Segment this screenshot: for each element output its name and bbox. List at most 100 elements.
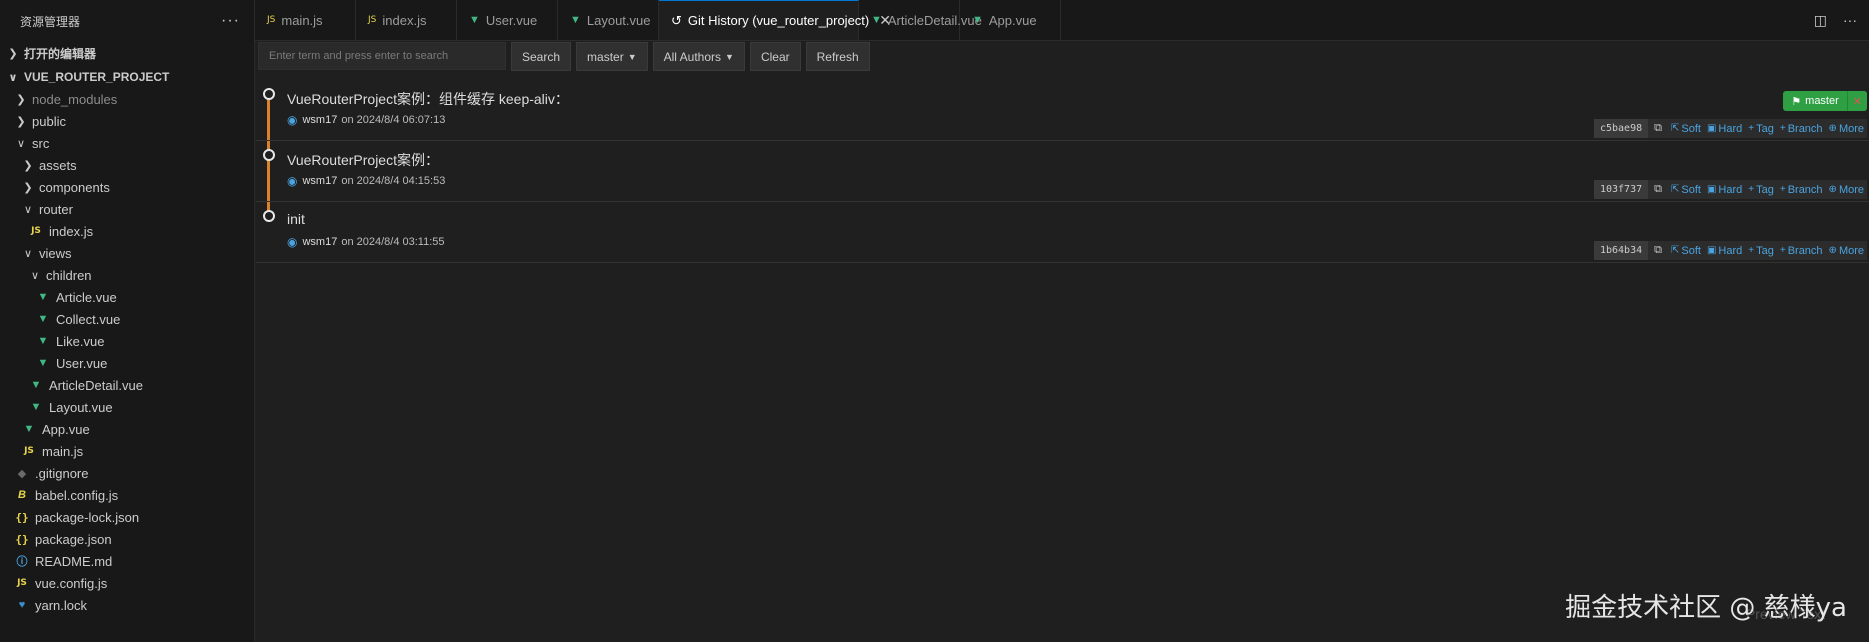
editor-tab[interactable]: JS main.js — [255, 0, 356, 40]
more-action[interactable]: ⊕ More — [1826, 245, 1867, 257]
vue-file-icon: ▼ — [37, 313, 49, 325]
file-item[interactable]: ▼ App.vue — [0, 418, 254, 440]
json-file-icon: {} — [15, 510, 29, 524]
split-editor-icon[interactable]: ◫ — [1814, 12, 1827, 29]
file-item[interactable]: ▼ Layout.vue — [0, 396, 254, 418]
tag-action[interactable]: + Tag — [1745, 184, 1777, 196]
file-item[interactable]: ▼ Like.vue — [0, 330, 254, 352]
folder-item[interactable]: ∨ src — [0, 132, 254, 154]
tag-action[interactable]: + Tag — [1745, 123, 1777, 135]
editor-tab[interactable]: ▼ Layout.vue — [558, 0, 659, 40]
copy-icon[interactable]: ⧉ — [1648, 183, 1668, 196]
more-action[interactable]: ⊕ More — [1826, 123, 1867, 135]
copy-icon[interactable]: ⧉ — [1648, 122, 1668, 135]
editor-tab[interactable]: ↺ Git History (vue_router_project) ✕ — [659, 0, 891, 40]
search-button[interactable]: Search — [511, 42, 572, 71]
tag-action[interactable]: + Tag — [1745, 245, 1777, 257]
branch-badge-label: ⚑ master — [1783, 95, 1847, 108]
folder-item[interactable]: ∨ children — [0, 264, 254, 286]
commit-actions: 1b64b34 ⧉ ⇱ Soft ▣ Hard + Tag + Branch ⊕ More — [1593, 241, 1867, 260]
hard-action[interactable]: ▣ Hard — [1704, 123, 1745, 135]
hard-action[interactable]: ▣ Hard — [1704, 245, 1745, 257]
commit-node — [263, 149, 275, 161]
js-file-icon: JS — [31, 226, 41, 236]
yarn-file-icon: ♥ — [18, 599, 26, 611]
soft-action-label: Soft — [1681, 183, 1701, 196]
soft-action[interactable]: ⇱ Soft — [1668, 245, 1704, 257]
hard-reset-icon: ▣ — [1706, 123, 1717, 134]
soft-reset-icon: ⇱ — [1670, 245, 1680, 256]
open-editors-label: 打开的编辑器 — [24, 46, 97, 61]
commit-author: wsm17 — [302, 175, 338, 187]
folder-item[interactable]: ❯ public — [0, 110, 254, 132]
commit-author: wsm17 — [302, 236, 338, 248]
editor-tab[interactable]: JS index.js — [356, 0, 457, 40]
editor-tab[interactable]: ▼ ArticleDetail.vue — [859, 0, 982, 40]
more-tab-actions-icon[interactable]: ··· — [1843, 12, 1857, 28]
refresh-button[interactable]: Refresh — [805, 42, 870, 71]
folder-item[interactable]: ∨ router — [0, 198, 254, 220]
branch-action-label: Branch — [1787, 122, 1823, 135]
project-section[interactable]: ∨ VUE_ROUTER_PROJECT — [0, 66, 254, 88]
tag-action-label: Tag — [1756, 122, 1774, 135]
commit-hash[interactable]: 1b64b34 — [1593, 241, 1649, 260]
folder-item[interactable]: ∨ views — [0, 242, 254, 264]
folder-item[interactable]: ❯ node_modules — [0, 88, 254, 110]
more-actions-icon[interactable]: ··· — [221, 12, 240, 30]
folder-item[interactable]: ❯ assets — [0, 154, 254, 176]
branch-action[interactable]: + Branch — [1777, 184, 1826, 196]
branch-action[interactable]: + Branch — [1777, 123, 1826, 135]
explorer-header: 资源管理器 ··· — [0, 0, 254, 42]
file-item[interactable]: ▼ ArticleDetail.vue — [0, 374, 254, 396]
authors-dropdown[interactable]: All Authors ▼ — [652, 42, 745, 71]
soft-action[interactable]: ⇱ Soft — [1668, 123, 1704, 135]
file-item[interactable]: {} package-lock.json — [0, 506, 254, 528]
js-file-icon: JS — [24, 446, 34, 456]
copy-icon[interactable]: ⧉ — [1648, 244, 1668, 257]
commit-date: on 2024/8/4 06:07:13 — [341, 114, 446, 126]
file-item[interactable]: ▼ User.vue — [0, 352, 254, 374]
editor-tab[interactable]: ▼ User.vue — [457, 0, 558, 40]
commit-row[interactable]: init ◉ wsm17 on 2024/8/4 03:11:55 1b64b3… — [256, 202, 1869, 263]
file-item[interactable]: ▼ Collect.vue — [0, 308, 254, 330]
file-item[interactable]: JS main.js — [0, 440, 254, 462]
soft-action[interactable]: ⇱ Soft — [1668, 184, 1704, 196]
file-item[interactable]: JS vue.config.js — [0, 572, 254, 594]
remove-branch-icon[interactable]: ✕ — [1846, 91, 1867, 111]
eye-icon[interactable]: ◉ — [287, 235, 297, 249]
file-item[interactable]: ▼ Article.vue — [0, 286, 254, 308]
search-input[interactable] — [258, 42, 506, 70]
folder-item[interactable]: ❯ components — [0, 176, 254, 198]
soft-reset-icon: ⇱ — [1670, 123, 1680, 134]
commit-hash[interactable]: 103f737 — [1593, 180, 1649, 199]
branch-action[interactable]: + Branch — [1777, 245, 1826, 257]
file-item[interactable]: JS index.js — [0, 220, 254, 242]
more-action-label: More — [1838, 244, 1864, 257]
file-item[interactable]: ⓘ README.md — [0, 550, 254, 572]
eye-icon[interactable]: ◉ — [287, 174, 297, 188]
git-history-toolbar: Search master ▼ All Authors ▼ Clear Refr… — [258, 42, 870, 72]
vue-file-icon: ▼ — [23, 423, 35, 435]
editor-tab[interactable]: ▼ App.vue — [960, 0, 1061, 40]
chevron-down-icon: ∨ — [23, 247, 33, 260]
more-action[interactable]: ⊕ More — [1826, 184, 1867, 196]
commit-hash[interactable]: c5bae98 — [1593, 119, 1649, 138]
caret-down-icon: ▼ — [627, 51, 637, 62]
vue-file-icon: ▼ — [30, 401, 42, 413]
commit-row[interactable]: VueRouterProject案例： ◉ wsm17 on 2024/8/4 … — [256, 141, 1869, 202]
file-item[interactable]: Bbabel.config.js — [0, 484, 254, 506]
chevron-right-icon: ❯ — [16, 93, 26, 106]
commit-row[interactable]: VueRouterProject案例：组件缓存 keep-aliv： ◉ wsm… — [256, 80, 1869, 141]
file-item[interactable]: ◆ .gitignore — [0, 462, 254, 484]
hard-action[interactable]: ▣ Hard — [1704, 184, 1745, 196]
eye-icon[interactable]: ◉ — [287, 113, 297, 127]
vue-file-icon: ▼ — [37, 335, 49, 347]
branch-dropdown[interactable]: master ▼ — [576, 42, 648, 71]
more-icon: ⊕ — [1828, 245, 1837, 256]
file-item[interactable]: ♥ yarn.lock — [0, 594, 254, 616]
branch-badge[interactable]: ⚑ master ✕ — [1783, 91, 1867, 111]
open-editors-section[interactable]: ❯ 打开的编辑器 — [0, 42, 254, 64]
branch-dropdown-label: master — [587, 49, 624, 64]
file-item[interactable]: {} package.json — [0, 528, 254, 550]
clear-button[interactable]: Clear — [749, 42, 801, 71]
